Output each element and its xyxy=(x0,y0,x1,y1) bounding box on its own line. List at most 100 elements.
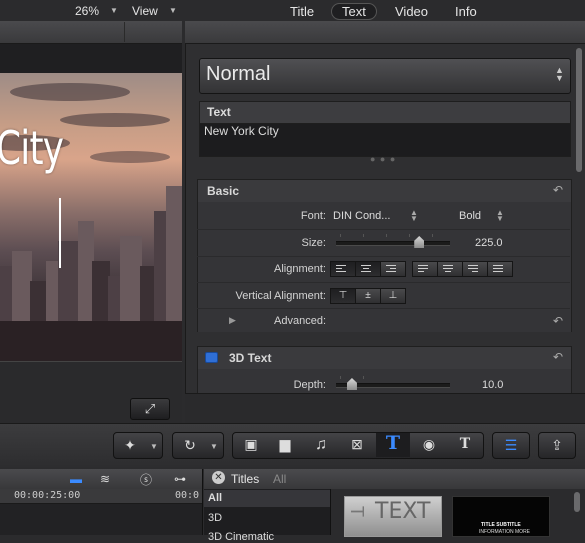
reset-advanced-icon[interactable]: ↶ xyxy=(553,314,563,328)
solo-icon[interactable]: ⓢ xyxy=(140,471,152,488)
chevron-down-icon: ▼ xyxy=(150,442,158,451)
inspector-scrollbar[interactable] xyxy=(576,48,582,172)
valign-middle-button[interactable]: ± xyxy=(355,288,381,304)
inspector-tabs xyxy=(185,21,585,44)
magic-wand-icon: ✦ xyxy=(124,437,136,453)
preset-value: Normal xyxy=(206,63,271,85)
text-cursor xyxy=(59,198,61,268)
retime-button[interactable]: ↻ ▼ xyxy=(172,432,224,459)
chevron-down-icon: ▼ xyxy=(210,442,218,451)
inspector-footer xyxy=(185,393,585,424)
3d-text-section-title: 3D Text xyxy=(229,351,272,365)
category-item-3d[interactable]: 3D xyxy=(208,512,222,524)
justify-full-button[interactable] xyxy=(487,261,513,277)
tab-video[interactable]: Video xyxy=(387,3,436,20)
depth-value[interactable]: 10.0 xyxy=(482,379,503,391)
skimmer-icon[interactable]: ▬ xyxy=(64,472,88,486)
close-icon[interactable]: ✕ xyxy=(212,471,225,484)
thumbnail-line: TITLE SUBTITLE xyxy=(481,522,521,528)
tab-title[interactable]: Title xyxy=(282,3,322,20)
generators-icon[interactable]: ◉ xyxy=(416,432,442,457)
justify-center-button[interactable] xyxy=(437,261,463,277)
snapping-icon[interactable]: ⊶ xyxy=(174,472,186,486)
slider-tick xyxy=(340,234,341,237)
title-overlay-text[interactable]: City xyxy=(0,121,64,175)
slider-tick xyxy=(363,376,364,379)
resize-grip-icon[interactable]: ● ● ● xyxy=(370,154,396,164)
thumbnail-text: TEXT xyxy=(375,499,431,524)
advanced-label[interactable]: Advanced: xyxy=(226,315,326,327)
titles-icon[interactable]: T xyxy=(380,431,406,456)
inspector-toggle-button[interactable]: ☰ xyxy=(492,432,530,459)
updown-arrows-icon: ▲ ▼ xyxy=(555,65,564,83)
tab-text[interactable]: Text xyxy=(331,3,377,20)
justify-right-button[interactable] xyxy=(462,261,488,277)
divider xyxy=(197,229,570,230)
sliders-icon: ☰ xyxy=(504,437,518,453)
divider xyxy=(197,256,570,257)
zoom-dropdown-icon[interactable]: ▼ xyxy=(110,6,118,15)
thumbnail-line: INFORMATION MORE xyxy=(479,529,531,535)
browser-title: Titles xyxy=(231,472,260,486)
ruler-timecode: 00:0 xyxy=(175,490,200,501)
browser-header xyxy=(204,469,585,489)
slider-tick xyxy=(363,234,364,237)
style-updown-icon[interactable]: ▲ ▼ xyxy=(496,209,504,223)
vertical-alignment-label: Vertical Alignment: xyxy=(235,290,327,302)
size-slider[interactable] xyxy=(336,241,450,246)
title-thumbnail[interactable]: TEXT T xyxy=(344,496,442,537)
category-item-3d-cinematic[interactable]: 3D Cinematic xyxy=(208,531,274,543)
slider-tick xyxy=(409,234,410,237)
alignment-label: Alignment: xyxy=(274,263,326,275)
fullscreen-button[interactable]: ⤢ xyxy=(130,398,170,420)
justify-left-button[interactable] xyxy=(412,261,438,277)
transitions-icon[interactable]: ⊠ xyxy=(344,432,370,457)
effects-browser-icon[interactable]: ▣ xyxy=(238,432,264,457)
reset-basic-icon[interactable]: ↶ xyxy=(553,183,563,197)
font-family-popup[interactable]: DIN Cond... xyxy=(333,210,390,222)
tab-info[interactable]: Info xyxy=(447,3,485,20)
text-section-header: Text xyxy=(199,101,571,125)
3d-text-section-body xyxy=(197,369,572,393)
themes-icon[interactable]: T xyxy=(452,432,478,457)
size-label: Size: xyxy=(301,237,326,249)
camera-icon[interactable]: ▆ xyxy=(272,432,298,457)
font-updown-icon[interactable]: ▲ ▼ xyxy=(410,209,418,223)
music-note-icon[interactable]: ♫ xyxy=(308,432,334,457)
valign-top-button[interactable]: ⊤ xyxy=(330,288,356,304)
basic-section-header[interactable] xyxy=(197,179,572,203)
align-right-button[interactable] xyxy=(380,261,406,277)
browser-scrollbar[interactable] xyxy=(574,492,580,512)
browser-filter: All xyxy=(273,472,287,486)
slider-tick xyxy=(386,234,387,237)
category-item-all[interactable]: All xyxy=(208,492,222,504)
font-label: Font: xyxy=(300,210,326,222)
share-button[interactable]: ⇪ xyxy=(538,432,576,459)
view-menu[interactable]: View xyxy=(132,4,158,18)
font-style-popup[interactable]: Bold xyxy=(459,210,481,222)
slider-tick xyxy=(432,234,433,237)
reset-3d-icon[interactable]: ↶ xyxy=(553,350,563,364)
enable-3d-checkbox[interactable] xyxy=(205,352,218,363)
size-value[interactable]: 225.0 xyxy=(475,237,503,249)
viewer-header xyxy=(0,21,182,44)
divider xyxy=(124,22,125,42)
video-frame[interactable] xyxy=(0,73,182,361)
thumbnail-decoration: T xyxy=(347,506,367,517)
enhancements-button[interactable]: ✦ ▼ xyxy=(113,432,163,459)
divider xyxy=(197,282,570,283)
audio-waveform-icon[interactable]: ≋ xyxy=(100,472,110,486)
title-thumbnail[interactable]: TITLE SUBTITLE INFORMATION MORE xyxy=(452,496,550,537)
zoom-level[interactable]: 26% xyxy=(75,4,99,18)
ruler-timecode: 00:00:25:00 xyxy=(14,490,81,501)
share-icon: ⇪ xyxy=(551,437,563,453)
divider xyxy=(197,308,570,309)
align-center-button[interactable] xyxy=(355,261,381,277)
basic-section-title: Basic xyxy=(207,184,240,198)
slider-tick xyxy=(340,376,341,379)
align-left-button[interactable] xyxy=(330,261,356,277)
text-entry-value[interactable]: New York City xyxy=(204,124,279,138)
valign-bottom-button[interactable]: ⊥ xyxy=(380,288,406,304)
view-dropdown-icon[interactable]: ▼ xyxy=(169,6,177,15)
text-section-label: Text xyxy=(207,105,231,119)
